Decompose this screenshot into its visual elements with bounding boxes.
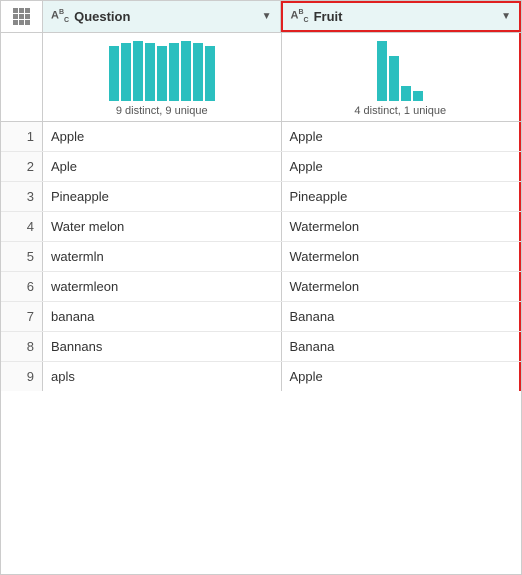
table-row: 4 Water melon Watermelon <box>1 212 521 242</box>
row-number: 8 <box>1 332 43 361</box>
data-table: ABC Question ▼ ABC Fruit ▼ <box>0 0 522 575</box>
fruit-cell: Banana <box>282 332 522 361</box>
fruit-cell: Apple <box>282 122 522 151</box>
fruit-abc-type-icon: ABC <box>291 9 309 24</box>
question-cell: Aple <box>43 152 282 181</box>
row-number: 4 <box>1 212 43 241</box>
fruit-histogram-label: 4 distinct, 1 unique <box>354 105 446 117</box>
bar <box>205 46 215 101</box>
bar <box>413 91 423 101</box>
table-row: 6 watermleon Watermelon <box>1 272 521 302</box>
data-rows: 1 Apple Apple 2 Aple Apple 3 Pineapple P… <box>1 122 521 574</box>
table-row: 1 Apple Apple <box>1 122 521 152</box>
corner-cell <box>1 1 43 32</box>
row-number: 7 <box>1 302 43 331</box>
fruit-cell: Watermelon <box>282 242 522 271</box>
table-row: 3 Pineapple Pineapple <box>1 182 521 212</box>
bar <box>389 56 399 101</box>
fruit-cell: Banana <box>282 302 522 331</box>
header-row: ABC Question ▼ ABC Fruit ▼ <box>1 1 521 33</box>
bar <box>193 43 203 101</box>
question-dropdown-arrow[interactable]: ▼ <box>262 11 272 22</box>
fruit-histogram: 4 distinct, 1 unique <box>282 33 522 121</box>
bar <box>121 43 131 101</box>
question-cell: watermleon <box>43 272 282 301</box>
fruit-cell: Watermelon <box>282 212 522 241</box>
fruit-col-label: Fruit <box>314 9 343 24</box>
question-col-label: Question <box>74 9 130 24</box>
question-cell: Apple <box>43 122 282 151</box>
question-cell: watermln <box>43 242 282 271</box>
grid-icon <box>13 8 30 25</box>
row-number: 6 <box>1 272 43 301</box>
fruit-dropdown-arrow[interactable]: ▼ <box>501 11 511 22</box>
row-number: 2 <box>1 152 43 181</box>
question-column-header[interactable]: ABC Question ▼ <box>43 1 281 32</box>
histogram-number-cell <box>1 33 43 121</box>
question-cell: Water melon <box>43 212 282 241</box>
bar <box>169 43 179 101</box>
fruit-cell: Apple <box>282 362 522 391</box>
question-cell: Bannans <box>43 332 282 361</box>
fruit-bars <box>377 41 423 101</box>
fruit-cell: Apple <box>282 152 522 181</box>
question-cell: Pineapple <box>43 182 282 211</box>
row-number: 3 <box>1 182 43 211</box>
table-row: 5 watermln Watermelon <box>1 242 521 272</box>
question-cell: apls <box>43 362 282 391</box>
question-histogram-label: 9 distinct, 9 unique <box>116 105 208 117</box>
row-number: 1 <box>1 122 43 151</box>
table-row: 9 apls Apple <box>1 362 521 391</box>
bar <box>157 46 167 101</box>
row-number: 5 <box>1 242 43 271</box>
bar <box>377 41 387 101</box>
row-number: 9 <box>1 362 43 391</box>
bar <box>401 86 411 101</box>
bar <box>181 41 191 101</box>
table-row: 7 banana Banana <box>1 302 521 332</box>
question-histogram: 9 distinct, 9 unique <box>43 33 282 121</box>
question-cell: banana <box>43 302 282 331</box>
abc-type-icon: ABC <box>51 9 69 24</box>
table-row: 2 Aple Apple <box>1 152 521 182</box>
fruit-cell: Watermelon <box>282 272 522 301</box>
table-row: 8 Bannans Banana <box>1 332 521 362</box>
bar <box>133 41 143 101</box>
bar <box>109 46 119 101</box>
fruit-cell: Pineapple <box>282 182 522 211</box>
question-bars <box>109 41 215 101</box>
bar <box>145 43 155 101</box>
histogram-row: 9 distinct, 9 unique 4 distinct, 1 uniqu… <box>1 33 521 122</box>
fruit-column-header[interactable]: ABC Fruit ▼ <box>281 1 522 32</box>
